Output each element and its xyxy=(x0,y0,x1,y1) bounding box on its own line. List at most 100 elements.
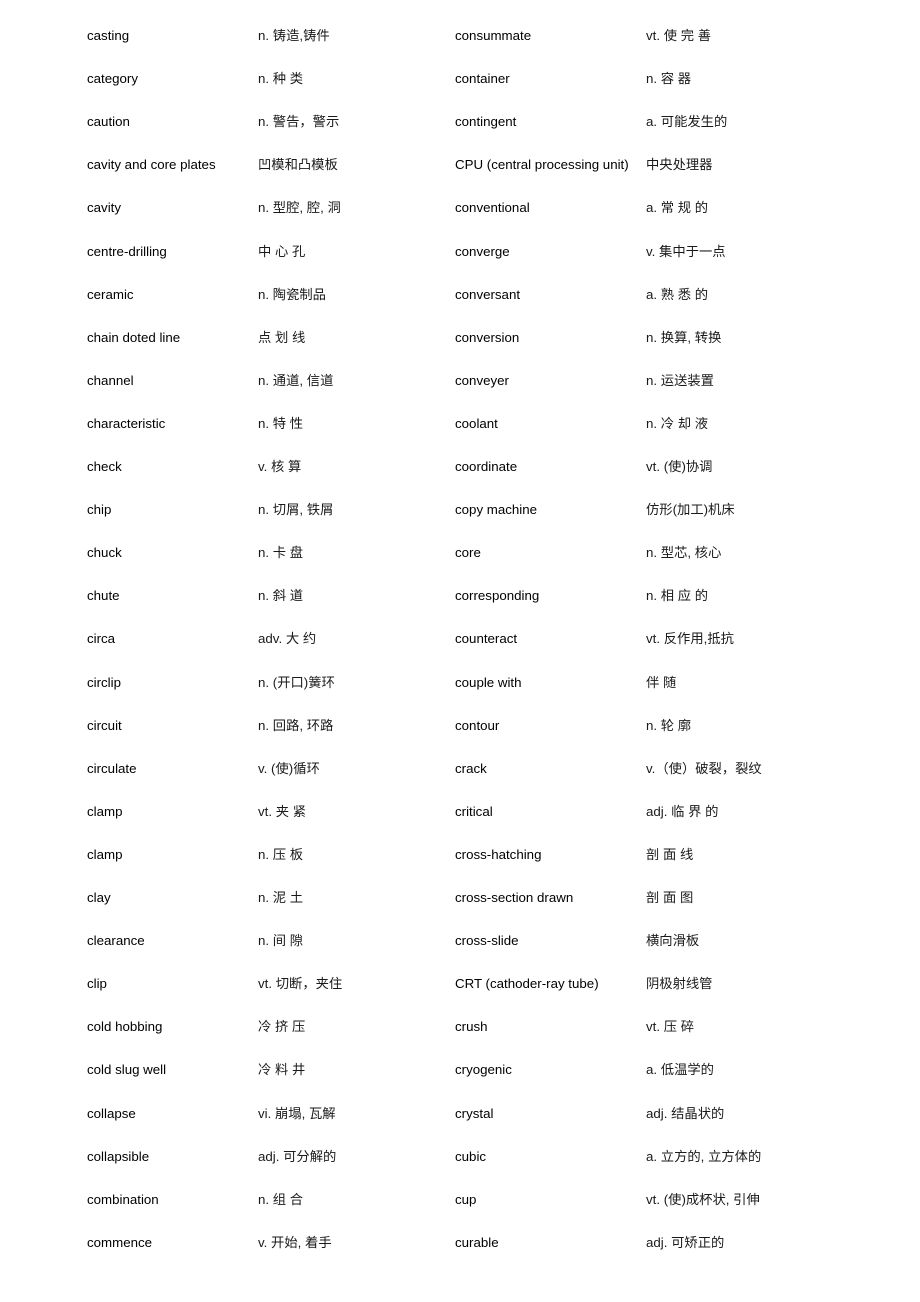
left-term: collapse xyxy=(87,1105,136,1121)
right-definition: v. 集中于一点 xyxy=(646,243,726,259)
left-term: circuit xyxy=(87,717,122,733)
left-definition: n. 种 类 xyxy=(258,71,304,87)
right-definition: adj. 临 界 的 xyxy=(646,803,719,819)
left-term: circlip xyxy=(87,674,121,690)
glossary-row: circa adv. 大 约 counteract vt. 反作用,抵抗 xyxy=(0,629,920,649)
glossary-row: clamp vt. 夹 紧 critical adj. 临 界 的 xyxy=(0,802,920,822)
right-definition: v.（使）破裂，裂纹 xyxy=(646,760,762,776)
right-term: critical xyxy=(455,803,493,819)
left-definition: n. 型腔, 腔, 洞 xyxy=(258,200,341,216)
glossary-row: ceramic n. 陶瓷制品 conversant a. 熟 悉 的 xyxy=(0,285,920,305)
right-term: crack xyxy=(455,760,487,776)
left-definition: adj. 可分解的 xyxy=(258,1148,337,1164)
glossary-row: chain doted line 点 划 线 conversion n. 换算,… xyxy=(0,328,920,348)
right-term: coolant xyxy=(455,415,498,431)
right-term: converge xyxy=(455,243,510,259)
left-definition: 冷 料 井 xyxy=(258,1062,306,1078)
right-definition: n. 容 器 xyxy=(646,71,692,87)
left-term: characteristic xyxy=(87,415,166,431)
right-definition: vt. 压 碎 xyxy=(646,1019,695,1035)
right-term: couple with xyxy=(455,674,522,690)
glossary-row: clay n. 泥 土 cross-section drawn 剖 面 图 xyxy=(0,888,920,908)
left-definition: adv. 大 约 xyxy=(258,631,317,647)
left-definition: n. (开口)簧环 xyxy=(258,674,335,690)
right-term: corresponding xyxy=(455,588,540,604)
glossary-row: chip n. 切屑, 铁屑 copy machine 仿形(加工)机床 xyxy=(0,500,920,520)
left-term: clamp xyxy=(87,803,123,819)
right-term: conventional xyxy=(455,200,530,216)
left-definition: vt. 切断，夹住 xyxy=(258,976,343,992)
left-term: channel xyxy=(87,372,134,388)
right-term: CPU (central processing unit) xyxy=(455,157,629,173)
left-definition: n. 组 合 xyxy=(258,1191,304,1207)
left-term: clamp xyxy=(87,846,123,862)
right-term: core xyxy=(455,545,481,561)
left-definition: v. (使)循环 xyxy=(258,760,320,776)
left-definition: v. 开始, 着手 xyxy=(258,1234,332,1250)
left-definition: n. 回路, 环路 xyxy=(258,717,334,733)
right-definition: vt. (使)成杯状, 引伸 xyxy=(646,1191,760,1207)
left-term: cold hobbing xyxy=(87,1019,163,1035)
glossary-row: combination n. 组 合 cup vt. (使)成杯状, 引伸 xyxy=(0,1190,920,1210)
glossary-row: clearance n. 间 隙 cross-slide 横向滑板 xyxy=(0,931,920,951)
glossary-row: circuit n. 回路, 环路 contour n. 轮 廓 xyxy=(0,716,920,736)
glossary-row: circulate v. (使)循环 crack v.（使）破裂，裂纹 xyxy=(0,759,920,779)
right-term: coordinate xyxy=(455,459,518,474)
left-term: caution xyxy=(87,114,130,130)
right-term: conveyer xyxy=(455,372,509,388)
right-definition: a. 低温学的 xyxy=(646,1062,714,1078)
glossary-row: centre-drilling 中 心 孔 converge v. 集中于一点 xyxy=(0,242,920,262)
left-definition: n. 间 隙 xyxy=(258,933,304,949)
glossary-row: category n. 种 类 container n. 容 器 xyxy=(0,69,920,89)
right-definition: n. 运送装置 xyxy=(646,372,714,388)
left-definition: n. 陶瓷制品 xyxy=(258,286,326,302)
left-definition: n. 特 性 xyxy=(258,415,304,431)
left-term: chip xyxy=(87,502,112,518)
right-definition: a. 立方的, 立方体的 xyxy=(646,1148,762,1164)
left-term: cavity and core plates xyxy=(87,157,216,173)
right-term: contingent xyxy=(455,114,517,130)
left-term: collapsible xyxy=(87,1148,150,1164)
right-definition: a. 可能发生的 xyxy=(646,114,728,130)
glossary-row: check v. 核 算 coordinate vt. (使)协调 xyxy=(0,457,920,477)
right-definition: a. 熟 悉 的 xyxy=(646,286,709,302)
right-definition: vt. 反作用,抵抗 xyxy=(646,631,734,647)
right-definition: adj. 结晶状的 xyxy=(646,1105,725,1121)
right-term: conversant xyxy=(455,286,521,302)
left-definition: n. 压 板 xyxy=(258,846,304,862)
glossary-row: commence v. 开始, 着手 curable adj. 可矫正的 xyxy=(0,1233,920,1253)
right-term: cryogenic xyxy=(455,1062,512,1078)
left-definition: v. 核 算 xyxy=(258,459,302,474)
right-term: curable xyxy=(455,1234,499,1250)
right-definition: vt. 使 完 善 xyxy=(646,28,712,43)
right-definition: 仿形(加工)机床 xyxy=(646,502,735,518)
left-definition: n. 警告，警示 xyxy=(258,114,340,130)
glossary-row: chuck n. 卡 盘 core n. 型芯, 核心 xyxy=(0,543,920,563)
right-definition: 中央处理器 xyxy=(646,157,713,173)
right-definition: 伴 随 xyxy=(646,674,677,690)
right-term: cross-hatching xyxy=(455,846,542,862)
right-definition: 横向滑板 xyxy=(646,933,700,949)
left-term: centre-drilling xyxy=(87,243,167,259)
right-term: conversion xyxy=(455,329,520,345)
glossary-row: chute n. 斜 道 corresponding n. 相 应 的 xyxy=(0,586,920,606)
left-term: casting xyxy=(87,28,130,43)
right-term: cross-slide xyxy=(455,933,519,949)
glossary-row: cavity n. 型腔, 腔, 洞 conventional a. 常 规 的 xyxy=(0,198,920,218)
right-definition: 剖 面 图 xyxy=(646,890,694,905)
left-definition: n. 卡 盘 xyxy=(258,545,304,561)
glossary-row: clamp n. 压 板 cross-hatching 剖 面 线 xyxy=(0,845,920,865)
left-definition: vi. 崩塌, 瓦解 xyxy=(258,1105,336,1121)
right-definition: adj. 可矫正的 xyxy=(646,1234,725,1250)
right-term: contour xyxy=(455,717,500,733)
left-term: category xyxy=(87,71,138,87)
glossary-row: collapsible adj. 可分解的 cubic a. 立方的, 立方体的 xyxy=(0,1147,920,1167)
left-term: ceramic xyxy=(87,286,134,302)
left-definition: n. 切屑, 铁屑 xyxy=(258,502,334,518)
left-term: chute xyxy=(87,588,120,604)
right-definition: n. 型芯, 核心 xyxy=(646,545,722,561)
left-term: chuck xyxy=(87,545,122,561)
right-definition: n. 换算, 转换 xyxy=(646,329,722,345)
right-term: container xyxy=(455,71,510,87)
left-definition: n. 斜 道 xyxy=(258,588,304,604)
